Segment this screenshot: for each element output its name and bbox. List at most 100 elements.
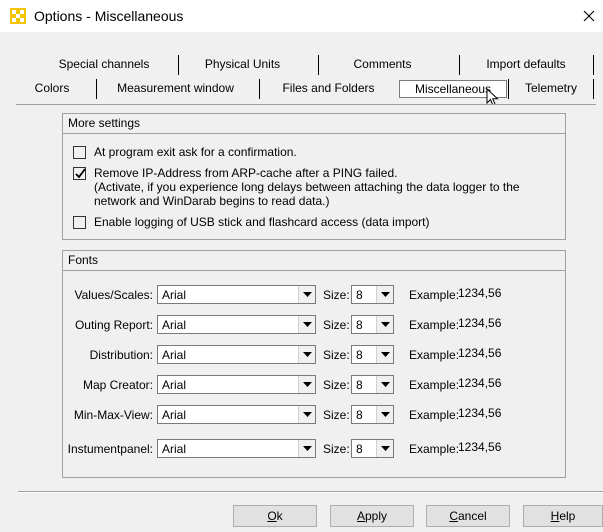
dropdown-button[interactable] xyxy=(298,406,315,423)
remove-ip-note-line2: network and WinDarab begins to read data… xyxy=(94,194,330,208)
font-size-value: 8 xyxy=(356,408,363,422)
font-row-label: Min-Max-View: xyxy=(73,408,153,422)
example-value: 1234,56 xyxy=(458,346,502,360)
example-label: Example: xyxy=(409,348,460,362)
dropdown-button[interactable] xyxy=(298,440,315,457)
tab-measurement-window[interactable]: Measurement window xyxy=(98,79,253,99)
cancel-label-rest: ancel xyxy=(457,509,487,523)
tab-divider xyxy=(178,55,179,75)
font-family-value: Arial xyxy=(162,442,187,456)
size-label: Size: xyxy=(323,442,350,456)
font-size-value: 8 xyxy=(356,318,363,332)
chevron-down-icon xyxy=(381,292,390,297)
font-size-value: 8 xyxy=(356,442,363,456)
chevron-down-icon xyxy=(381,382,390,387)
tab-special-channels[interactable]: Special channels xyxy=(44,55,164,75)
size-label: Size: xyxy=(323,348,350,362)
font-family-select[interactable]: Arial xyxy=(157,285,316,304)
remove-ip-note-line1: (Activate, if you experience long delays… xyxy=(94,180,520,194)
tab-divider xyxy=(593,79,594,99)
font-family-value: Arial xyxy=(162,288,187,302)
example-value: 1234,56 xyxy=(458,406,502,420)
title-bar: Options - Miscellaneous xyxy=(0,0,603,32)
chevron-down-icon xyxy=(303,352,312,357)
tab-divider xyxy=(259,79,260,99)
option-exit-confirm[interactable]: At program exit ask for a confirmation. xyxy=(73,145,297,159)
dropdown-button[interactable] xyxy=(376,440,393,457)
font-size-select[interactable]: 8 xyxy=(351,439,394,458)
option-remove-ip-arp[interactable]: Remove IP-Address from ARP-cache after a… xyxy=(73,166,520,208)
example-value: 1234,56 xyxy=(458,316,502,330)
dropdown-button[interactable] xyxy=(376,316,393,333)
chevron-down-icon xyxy=(303,446,312,451)
example-value: 1234,56 xyxy=(458,440,502,454)
ok-label-rest: k xyxy=(276,509,283,523)
font-size-select[interactable]: 8 xyxy=(351,285,394,304)
dropdown-button[interactable] xyxy=(376,376,393,393)
font-family-select[interactable]: Arial xyxy=(157,345,316,364)
close-icon xyxy=(583,10,595,22)
apply-button[interactable]: Apply xyxy=(330,505,414,527)
cancel-button[interactable]: Cancel xyxy=(426,505,510,527)
example-value: 1234,56 xyxy=(458,286,502,300)
tab-divider xyxy=(96,79,97,99)
ok-mnemonic: O xyxy=(267,509,277,523)
remove-ip-label: Remove IP-Address from ARP-cache after a… xyxy=(94,166,398,180)
chevron-down-icon xyxy=(381,412,390,417)
app-logo-icon xyxy=(10,8,26,24)
dropdown-button[interactable] xyxy=(376,406,393,423)
tab-physical-units[interactable]: Physical Units xyxy=(180,55,305,75)
font-family-select[interactable]: Arial xyxy=(157,315,316,334)
usb-logging-checkbox[interactable] xyxy=(73,216,86,229)
cancel-mnemonic: C xyxy=(449,509,458,523)
font-size-select[interactable]: 8 xyxy=(351,375,394,394)
font-family-select[interactable]: Arial xyxy=(157,405,316,424)
dropdown-button[interactable] xyxy=(298,346,315,363)
font-family-value: Arial xyxy=(162,318,187,332)
exit-confirm-checkbox[interactable] xyxy=(73,146,86,159)
tab-divider xyxy=(593,55,594,75)
size-label: Size: xyxy=(323,318,350,332)
example-value: 1234,56 xyxy=(458,376,502,390)
chevron-down-icon xyxy=(303,322,312,327)
font-family-value: Arial xyxy=(162,408,187,422)
tab-comments[interactable]: Comments xyxy=(320,55,445,75)
dropdown-button[interactable] xyxy=(298,286,315,303)
tab-files-and-folders[interactable]: Files and Folders xyxy=(261,79,396,99)
font-size-select[interactable]: 8 xyxy=(351,405,394,424)
font-family-value: Arial xyxy=(162,348,187,362)
font-row-label: Instumentpanel: xyxy=(67,442,153,456)
remove-ip-checkbox[interactable] xyxy=(73,167,86,180)
font-size-select[interactable]: 8 xyxy=(351,345,394,364)
example-label: Example: xyxy=(409,408,460,422)
font-family-select[interactable]: Arial xyxy=(157,439,316,458)
chevron-down-icon xyxy=(303,292,312,297)
font-size-value: 8 xyxy=(356,348,363,362)
help-button[interactable]: Help xyxy=(523,505,603,527)
font-size-select[interactable]: 8 xyxy=(351,315,394,334)
font-row-label: Values/Scales: xyxy=(74,288,154,302)
font-family-select[interactable]: Arial xyxy=(157,375,316,394)
tab-divider xyxy=(508,79,509,99)
exit-confirm-label: At program exit ask for a confirmation. xyxy=(94,145,297,159)
dropdown-button[interactable] xyxy=(376,346,393,363)
dropdown-button[interactable] xyxy=(298,376,315,393)
ok-button[interactable]: Ok xyxy=(233,505,317,527)
tab-colors[interactable]: Colors xyxy=(16,79,88,99)
close-button[interactable] xyxy=(575,0,603,32)
font-row-label: Outing Report: xyxy=(74,318,153,332)
chevron-down-icon xyxy=(381,322,390,327)
font-row-label: Map Creator: xyxy=(82,378,153,392)
example-label: Example: xyxy=(409,318,460,332)
option-usb-logging[interactable]: Enable logging of USB stick and flashcar… xyxy=(73,215,430,229)
dropdown-button[interactable] xyxy=(298,316,315,333)
font-size-value: 8 xyxy=(356,288,363,302)
apply-mnemonic: A xyxy=(356,509,365,523)
tab-divider xyxy=(459,55,460,75)
usb-logging-label: Enable logging of USB stick and flashcar… xyxy=(94,215,430,229)
tab-import-defaults[interactable]: Import defaults xyxy=(462,55,590,75)
tab-divider xyxy=(318,55,319,75)
dropdown-button[interactable] xyxy=(376,286,393,303)
tab-telemetry[interactable]: Telemetry xyxy=(510,79,592,99)
help-label-rest: elp xyxy=(559,509,576,523)
